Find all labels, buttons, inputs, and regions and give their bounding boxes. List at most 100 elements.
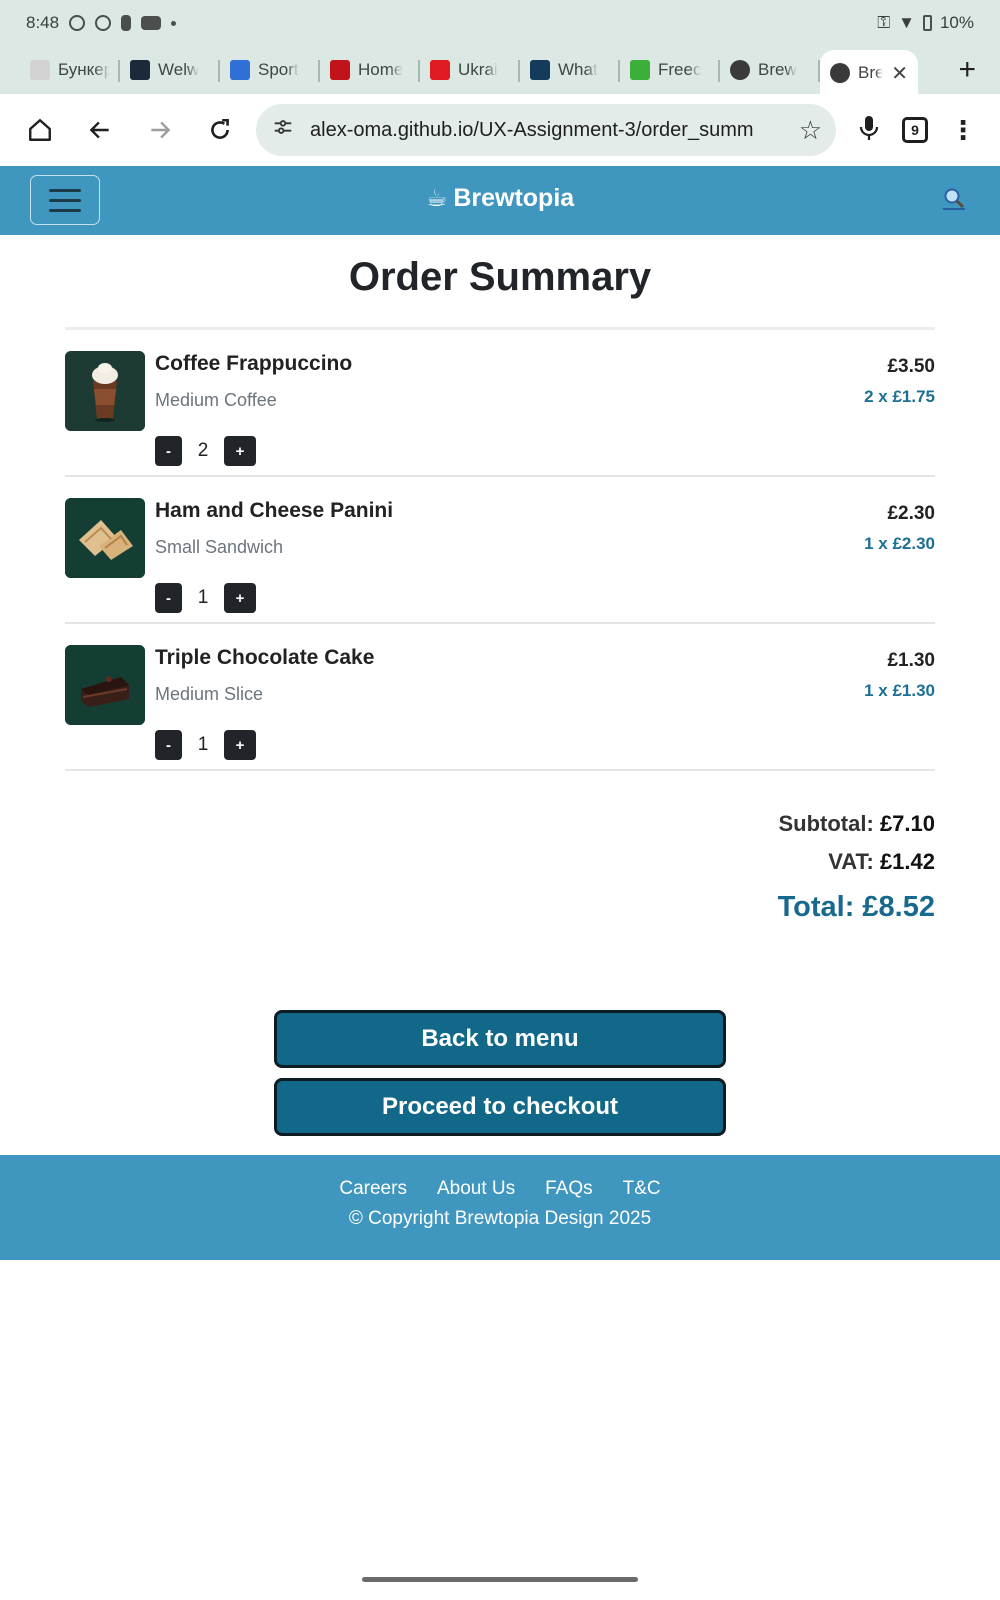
browser-tab[interactable]: Sport [220,50,320,90]
tab-favicon-icon [130,60,150,80]
url-text[interactable]: alex-oma.github.io/UX-Assignment-3/order… [310,119,789,142]
status-time: 8:48 [26,13,60,32]
tab-title: Bre [858,63,884,82]
quantity-value: 2 [197,440,209,461]
tab-switcher-button[interactable]: 9 [902,117,928,143]
footer-link-terms[interactable]: T&C [623,1178,661,1200]
hamburger-line [49,198,81,202]
tab-title: Ukrai [458,60,498,79]
decrease-quantity-button[interactable]: - [155,436,182,466]
item-name: Coffee Frappuccino [155,352,353,375]
decrease-quantity-button[interactable]: - [155,730,182,760]
brand-logo[interactable]: ☕ Brewtopia [0,184,1000,213]
toolbar-right: 9 ⋮ [858,114,986,147]
browser-tab[interactable]: Бункер [20,50,120,90]
vat-value: £1.42 [879,849,935,874]
brand-name: Brewtopia [453,184,575,212]
total-value: £8.52 [862,891,935,923]
quantity-stepper: - 1 + [155,583,256,613]
browser-tab[interactable]: Welw [120,50,220,90]
tab-favicon-icon [430,60,450,80]
order-summary-main: Order Summary Coffee Frappuccino Medium … [65,235,935,924]
order-totals: Subtotal: £7.10 VAT: £1.42 Total: £8.52 [65,811,935,924]
address-bar[interactable]: alex-oma.github.io/UX-Assignment-3/order… [256,104,836,156]
order-item: Ham and Cheese Panini Small Sandwich - 1… [65,477,935,624]
item-unit-price: 2 x £1.75 [864,387,935,406]
back-to-menu-button[interactable]: Back to menu [274,1010,726,1068]
item-total-price: £1.30 [887,650,935,671]
total-label: Total: [777,891,855,923]
item-variant: Medium Slice [155,684,264,704]
item-name: Triple Chocolate Cake [155,646,375,669]
tab-favicon-icon [830,63,850,83]
browser-tab[interactable]: What [520,50,620,90]
item-variant: Medium Coffee [155,390,277,410]
order-actions: Back to menu Proceed to checkout [274,1010,726,1146]
tab-favicon-icon [30,60,50,80]
status-left: 8:48 [26,13,177,33]
youtube-notification-icon [141,16,162,30]
hamburger-line [49,188,81,192]
gesture-navigation-bar[interactable] [362,1577,638,1582]
site-header: ☕ Brewtopia [0,166,1000,235]
reload-icon[interactable] [194,104,246,156]
subtotal-value: £7.10 [879,811,935,836]
more-menu-icon[interactable]: ⋮ [950,115,976,146]
home-icon[interactable] [14,104,66,156]
copyright-text: © Copyright Brewtopia Design 2025 [348,1208,652,1229]
forward-arrow-icon[interactable] [134,104,186,156]
item-total-price: £3.50 [887,356,935,377]
footer-link-careers[interactable]: Careers [339,1178,407,1200]
decrease-quantity-button[interactable]: - [155,583,182,613]
tab-favicon-icon [330,60,350,80]
new-tab-icon[interactable]: + [958,53,976,87]
browser-tab[interactable]: Brew [720,50,820,90]
battery-percent: 10% [939,13,974,32]
item-image-cake [65,645,145,725]
wifi-icon: ▼ [898,13,915,32]
tab-favicon-icon [730,60,750,80]
grand-total-line: Total: £8.52 [65,891,935,924]
site-settings-icon[interactable] [272,116,294,144]
footer-links: Careers About Us FAQs T&C [0,1155,1000,1200]
bookmark-star-icon[interactable]: ☆ [799,115,822,146]
tab-title: Home [358,60,404,79]
tab-title: Sport [258,60,299,79]
subtotal-label: Subtotal: [778,811,874,836]
tab-favicon-icon [630,60,650,80]
item-unit-price: 1 x £2.30 [864,534,935,553]
browser-tab[interactable]: Freec [620,50,720,90]
increase-quantity-button[interactable]: + [224,583,256,613]
tab-favicon-icon [530,60,550,80]
coffee-cup-icon: ☕ [425,185,448,212]
item-unit-price: 1 x £1.30 [864,681,935,700]
item-image-frappuccino [65,351,145,431]
quantity-value: 1 [197,734,209,755]
increase-quantity-button[interactable]: + [224,436,256,466]
proceed-to-checkout-button[interactable]: Proceed to checkout [274,1078,726,1136]
increase-quantity-button[interactable]: + [224,730,256,760]
vat-label: VAT: [828,849,874,874]
status-right: ⚿ ▼ 10% [877,13,974,33]
search-icon[interactable] [942,186,966,216]
sync-notification-icon [95,15,112,31]
tab-title: Welw [158,60,200,79]
footer-link-faqs[interactable]: FAQs [545,1178,593,1200]
tab-title: Freec [658,60,702,79]
quantity-stepper: - 1 + [155,730,256,760]
item-image-panini [65,498,145,578]
page-title: Order Summary [348,255,652,299]
browser-tab[interactable]: Ukrai [420,50,520,90]
browser-toolbar: alex-oma.github.io/UX-Assignment-3/order… [0,94,1000,166]
footer-link-about-us[interactable]: About Us [437,1178,515,1200]
browser-tab[interactable]: Home [320,50,420,90]
close-tab-icon[interactable]: ✕ [891,61,908,86]
hamburger-menu-button[interactable] [30,175,100,225]
back-arrow-icon[interactable] [74,104,126,156]
item-name: Ham and Cheese Panini [155,499,394,522]
tab-title: What [558,60,598,79]
quantity-value: 1 [197,587,209,608]
microphone-icon[interactable] [858,114,880,147]
browser-tab-active[interactable]: Bre ✕ [820,50,918,96]
battery-icon [922,15,932,31]
